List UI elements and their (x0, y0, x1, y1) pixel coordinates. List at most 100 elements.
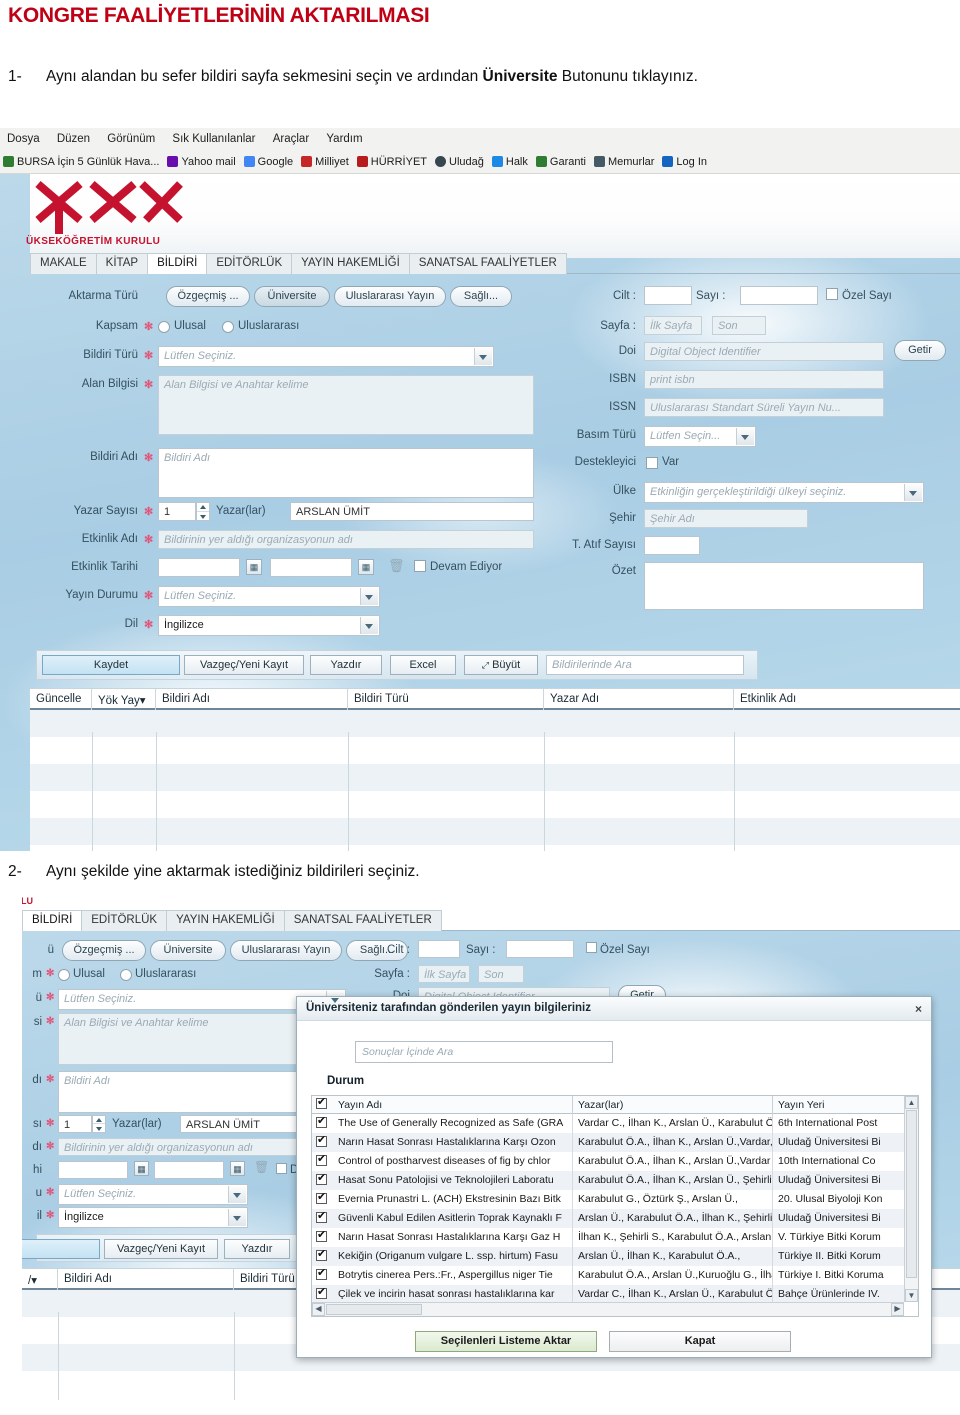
ozel-sayi-checkbox-2[interactable] (586, 942, 597, 953)
yazar-sayisi-input[interactable]: 1 (158, 502, 196, 521)
scroll-up-icon[interactable]: ▲ (905, 1096, 918, 1109)
app-tab-bar[interactable]: MAKALE KİTAP BİLDİRİ EDİTÖRLÜK YAYIN HAKEMLİ… (30, 253, 960, 274)
transfer-button-ozgecmis[interactable]: Özgeçmiş ... (166, 286, 250, 307)
stepper-up-icon[interactable] (93, 1116, 105, 1124)
ulke-select[interactable]: Etkinliğin gerçekleştirildiği ülkeyi seç… (644, 482, 924, 503)
list-item[interactable]: The Use of Generally Recognized as Safe … (312, 1114, 904, 1133)
doi-input[interactable]: Digital Object Identifier (644, 342, 884, 361)
yazar-sayisi-input-2[interactable]: 1 (58, 1115, 92, 1133)
row-checkbox[interactable] (316, 1191, 327, 1204)
etkinlik-bitis-tarihi-input[interactable] (270, 558, 352, 577)
close-icon[interactable]: × (915, 1001, 922, 1017)
table-row[interactable] (30, 818, 960, 845)
menu-item-duzen[interactable]: Düzen (50, 128, 97, 145)
scroll-left-icon[interactable]: ◀ (312, 1303, 325, 1316)
list-item[interactable]: Güvenli Kabul Edilen Asitlerin Toprak Ka… (312, 1209, 904, 1228)
table-row[interactable] (22, 1371, 960, 1398)
grid-col-bildiri-adi[interactable]: Bildiri Adı (156, 689, 348, 711)
kaydet-button[interactable]: Kaydet (42, 655, 180, 675)
list-item[interactable]: Narın Hasat Sonrası Hastalıklarına Karşı… (312, 1228, 904, 1247)
row-checkbox[interactable] (316, 1248, 327, 1261)
etkinlik-baslangic-tarihi-input-2[interactable] (58, 1161, 128, 1179)
grid-col-etkinlik-adi[interactable]: Etkinlik Adı (734, 689, 960, 711)
tab-kitap[interactable]: KİTAP (95, 253, 149, 274)
sayi-input[interactable] (740, 286, 818, 305)
vazgec-yeni-kayit-button-2[interactable]: Vazgeç/Yeni Kayıt (104, 1239, 218, 1259)
grid-col-yok-yay[interactable]: Yök Yay▾ (92, 689, 156, 711)
transfer-selected-button[interactable]: Seçilenleri Listeme Aktar (415, 1331, 597, 1352)
stepper-down-icon[interactable] (197, 512, 209, 521)
list-item[interactable]: Evernia Prunastri L. (ACH) Ekstresinin B… (312, 1190, 904, 1209)
ilk-sayfa-input-2[interactable]: İlk Sayfa (418, 965, 470, 983)
grid-search-input[interactable]: Bildirilerinde Ara (546, 655, 744, 675)
calendar-icon-end-2[interactable]: ▦ (230, 1161, 245, 1176)
dialog-col-yayin-adi[interactable]: Yayın Adı (333, 1096, 573, 1114)
menu-item-yardim[interactable]: Yardım (319, 128, 369, 145)
yazdir-button[interactable]: Yazdır (310, 655, 382, 675)
radio-uluslararasi-2[interactable] (120, 969, 132, 981)
bookmarks-bar[interactable]: BURSA İçin 5 Günlük Hava... Yahoo mail Goo… (0, 152, 960, 174)
table-row[interactable] (30, 791, 960, 818)
destekleyici-var-checkbox[interactable] (646, 457, 658, 469)
dil-select[interactable]: İngilizce (158, 615, 380, 636)
transfer-button-sagli[interactable]: Sağlı... (450, 286, 512, 307)
cilt-input-2[interactable] (418, 940, 460, 958)
grid-col-yazar-adi[interactable]: Yazar Adı (544, 689, 734, 711)
stepper-up-icon[interactable] (197, 503, 209, 512)
dialog-horizontal-scrollbar[interactable]: ◀ ▶ (312, 1302, 904, 1316)
menu-item-sik-kullanilanlar[interactable]: Sık Kullanılanlar (165, 128, 262, 145)
row-checkbox[interactable] (316, 1210, 327, 1223)
radio-ulusal-2[interactable] (58, 969, 70, 981)
scroll-right-icon[interactable]: ▶ (891, 1303, 904, 1316)
calendar-icon-start[interactable]: ▦ (246, 559, 262, 575)
grid-col-bildiri-adi-2[interactable]: Bildiri Adı (58, 1269, 234, 1291)
tab-makale[interactable]: MAKALE (30, 253, 97, 274)
menu-item-gorunum[interactable]: Görünüm (100, 128, 162, 145)
bildiri-turu-select[interactable]: Lütfen Seçiniz. (158, 346, 494, 367)
tab-yayin-hakemligi[interactable]: YAYIN HAKEMLİĞİ (291, 253, 410, 274)
row-checkbox[interactable] (316, 1153, 327, 1166)
bookmark-8[interactable]: Memurlar (591, 152, 659, 168)
table-row[interactable] (30, 764, 960, 791)
transfer-button-uluslararasi-yayin-2[interactable]: Uluslararası Yayın (230, 940, 342, 961)
row-checkbox[interactable] (316, 1286, 327, 1299)
buyut-button[interactable]: ⤢ Büyüt (464, 655, 538, 675)
kaydet-button-2[interactable] (22, 1239, 100, 1259)
yazar-sayisi-stepper-2[interactable] (92, 1115, 106, 1133)
menu-item-araclar[interactable]: Araçlar (266, 128, 316, 145)
bookmark-7[interactable]: Garanti (533, 152, 591, 168)
grid-col-bildiri-turu[interactable]: Bildiri Türü (348, 689, 544, 711)
tab-editorluk[interactable]: EDİTÖRLÜK (206, 253, 293, 274)
yayin-durumu-select-2[interactable]: Lütfen Seçiniz. (58, 1184, 248, 1205)
yazdir-button-2[interactable]: Yazdır (224, 1239, 290, 1259)
scroll-thumb-vertical[interactable] (906, 1110, 917, 1278)
issn-input[interactable]: Uluslararası Standart Süreli Yayın Nu... (644, 398, 884, 417)
son-sayfa-input-2[interactable]: Son (478, 965, 524, 983)
radio-ulusal[interactable] (158, 321, 170, 333)
devam-ediyor-checkbox[interactable] (414, 560, 426, 572)
transfer-button-ozgecmis-2[interactable]: Özgeçmiş ... (62, 940, 146, 961)
list-item[interactable]: Control of postharvest diseases of fig b… (312, 1152, 904, 1171)
dialog-close-button[interactable]: Kapat (609, 1331, 791, 1352)
tab-sanatsal-faaliyetler[interactable]: SANATSAL FAALİYETLER (408, 253, 567, 274)
list-item[interactable]: Hasat Sonu Patolojisi ve Teknolojileri L… (312, 1171, 904, 1190)
tab-bildiri[interactable]: BİLDİRİ (147, 253, 208, 274)
isbn-input[interactable]: print isbn (644, 370, 884, 389)
stepper-down-icon[interactable] (93, 1124, 105, 1132)
alan-bilgisi-textarea[interactable]: Alan Bilgisi ve Anahtar kelime (158, 375, 534, 435)
bildiri-adi-textarea[interactable]: Bildiri Adı (158, 448, 534, 498)
grid-col-guncelle[interactable]: Güncelle (30, 689, 92, 711)
son-sayfa-input[interactable]: Son (712, 316, 766, 335)
etkinlik-adi-input[interactable]: Bildirinin yer aldığı organizasyonun adı (158, 530, 534, 549)
select-all-checkbox[interactable] (316, 1096, 327, 1109)
row-checkbox[interactable] (316, 1229, 327, 1242)
etkinlik-baslangic-tarihi-input[interactable] (158, 558, 240, 577)
table-row[interactable] (30, 737, 960, 764)
cilt-input[interactable] (644, 286, 692, 305)
dil-select-2[interactable]: İngilizce (58, 1207, 248, 1228)
calendar-icon-end[interactable]: ▦ (358, 559, 374, 575)
menu-item-dosya[interactable]: Dosya (0, 128, 47, 145)
transfer-button-universite[interactable]: Üniversite (254, 286, 330, 307)
bookmark-0[interactable]: BURSA İçin 5 Günlük Hava... (0, 152, 164, 168)
yazarlar-input[interactable]: ARSLAN ÜMİT (290, 502, 534, 521)
